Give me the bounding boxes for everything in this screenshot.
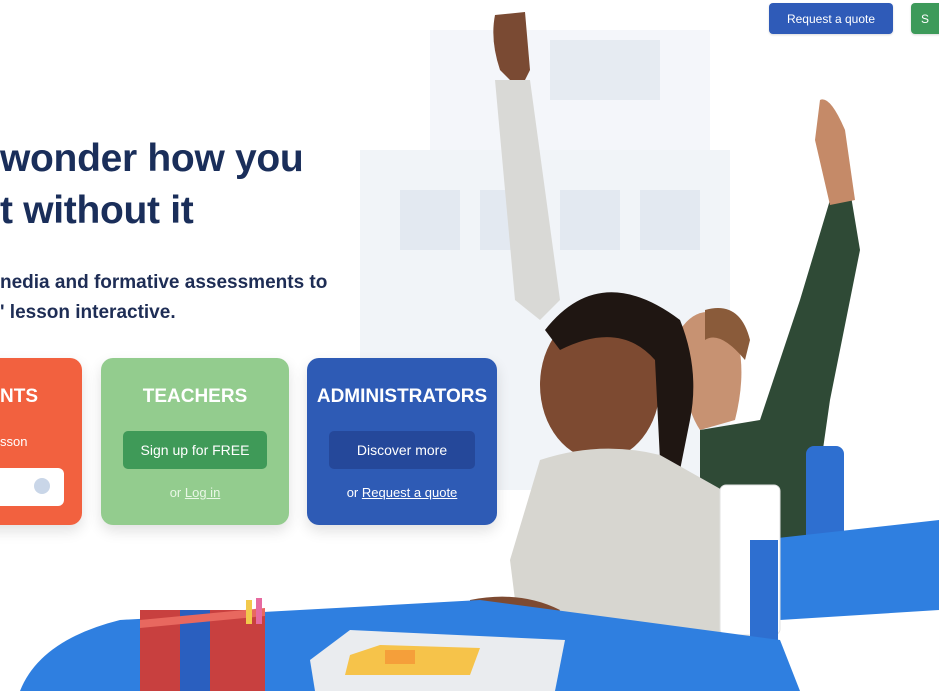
administrators-card-title: ADMINISTRATORS xyxy=(316,386,488,407)
subtitle-line-2: ' lesson interactive. xyxy=(0,302,176,323)
classroom-illustration xyxy=(20,12,939,691)
discover-more-button[interactable]: Discover more xyxy=(329,431,475,469)
administrators-card: ADMINISTRATORS Discover more or Request … xyxy=(307,358,497,525)
administrators-quote-row: or Request a quote xyxy=(307,485,497,500)
request-quote-link[interactable]: Request a quote xyxy=(362,485,457,500)
hero-section: Request a quote S wonder how you t witho… xyxy=(0,0,939,691)
subtitle-line-1: nedia and formative assessments to xyxy=(0,272,328,293)
sign-up-free-button[interactable]: Sign up for FREE xyxy=(123,431,267,469)
teachers-card: TEACHERS Sign up for FREE or Log in xyxy=(101,358,289,525)
students-card-title: NTS xyxy=(0,386,38,407)
log-in-link[interactable]: Log in xyxy=(185,485,220,500)
headline-line-1: wonder how you xyxy=(0,137,304,180)
hero-subtitle: nedia and formative assessments to ' les… xyxy=(0,268,327,328)
students-card: NTS sson xyxy=(0,358,82,525)
teachers-login-row: or Log in xyxy=(101,485,289,500)
teachers-or-text: or xyxy=(169,485,185,500)
lesson-code-input[interactable] xyxy=(0,468,64,506)
signup-header-button[interactable]: S xyxy=(911,3,939,34)
arrow-right-icon[interactable] xyxy=(34,478,50,494)
headline-line-2: t without it xyxy=(0,189,194,232)
students-lesson-label: sson xyxy=(0,434,28,449)
teachers-card-title: TEACHERS xyxy=(142,386,248,407)
administrators-or-text: or xyxy=(346,485,362,500)
request-quote-button[interactable]: Request a quote xyxy=(769,3,893,34)
hero-headline: wonder how you t without it xyxy=(0,133,304,237)
